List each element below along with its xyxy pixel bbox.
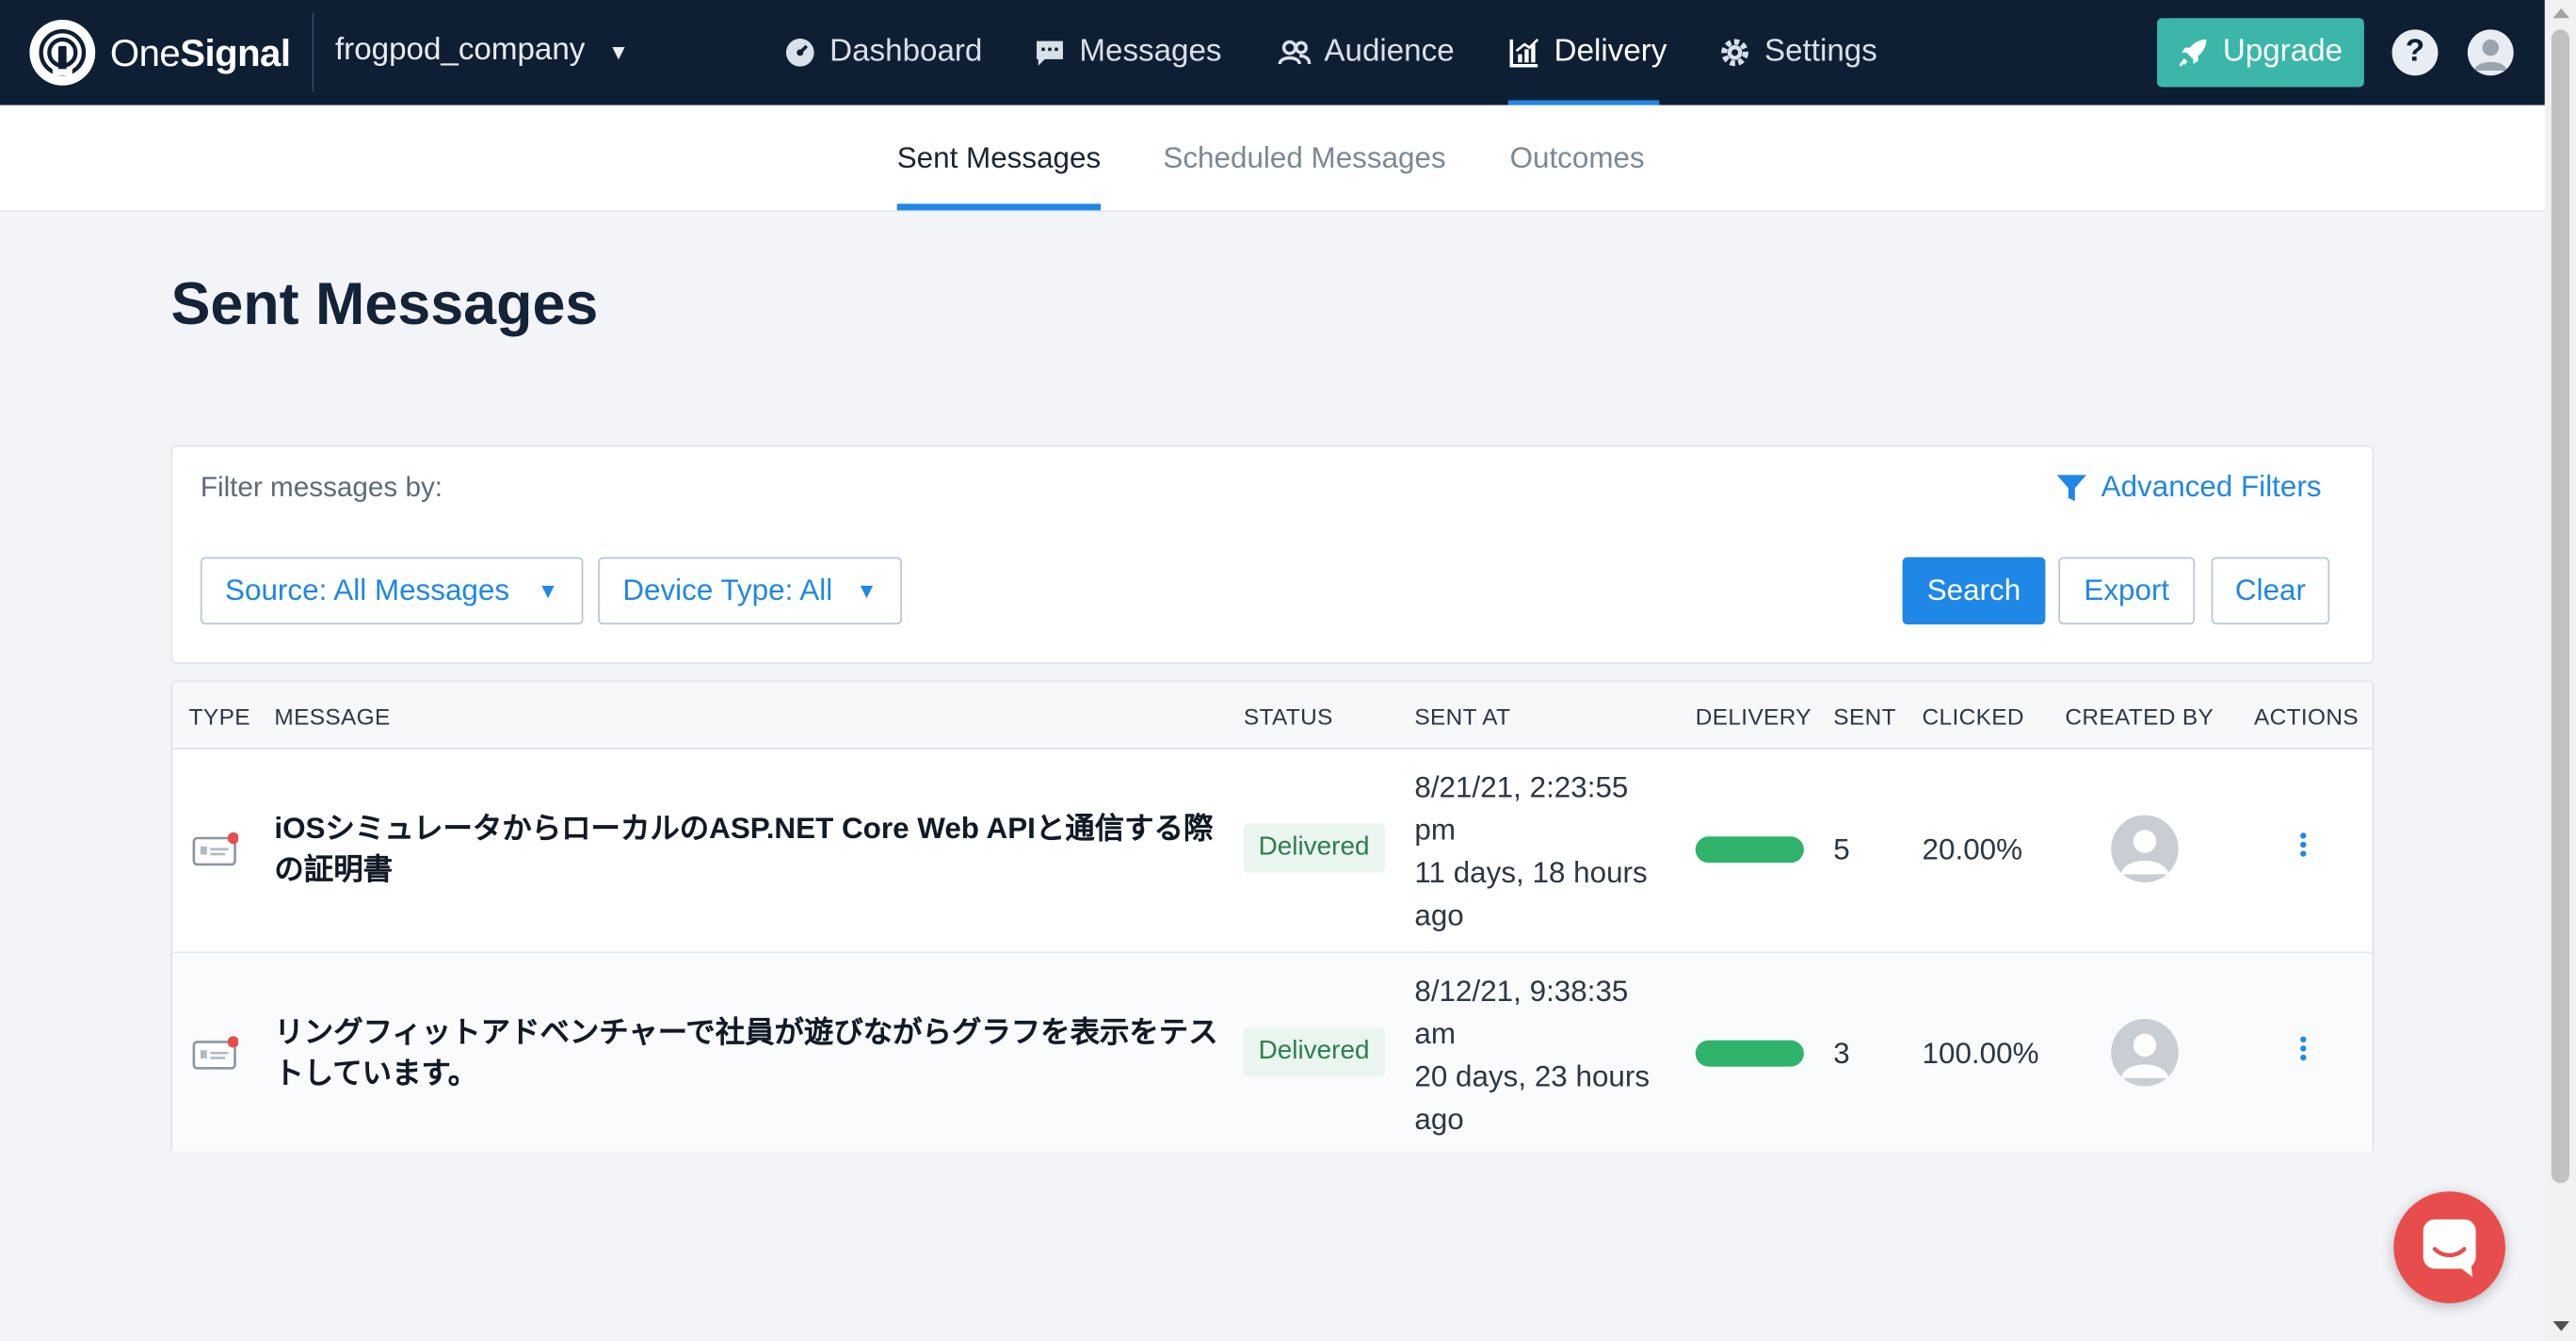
chat-icon <box>2423 1219 2476 1277</box>
tab-outcomes[interactable]: Outcomes <box>1510 141 1645 176</box>
delivery-subtabs: Sent Messages Scheduled Messages Outcome… <box>0 105 2545 213</box>
export-button[interactable]: Export <box>2058 557 2196 625</box>
push-notification-icon <box>192 832 239 867</box>
search-button[interactable]: Search <box>1902 557 2046 625</box>
column-header-created-by: CREATED BY <box>2065 703 2214 730</box>
column-header-actions: ACTIONS <box>2254 703 2359 730</box>
more-actions-icon[interactable] <box>2298 832 2311 861</box>
column-header-sent: SENT <box>1833 703 1896 730</box>
sent-count: 5 <box>1833 832 1850 866</box>
status-badge: Delivered <box>1243 823 1385 873</box>
company-name: frogpod_company <box>334 32 586 68</box>
nav-item-settings[interactable]: Settings <box>1718 0 1877 105</box>
clicked-rate: 20.00% <box>1922 832 2023 866</box>
dashboard-icon <box>783 36 816 69</box>
message-title[interactable]: リングフィットアドベンチャーで社員が遊びながらグラフを表示をテストしています。 <box>274 1012 1218 1094</box>
chat-launcher-button[interactable] <box>2393 1191 2505 1303</box>
table-header: TYPE MESSAGE STATUS SENT AT DELIVERY SEN… <box>172 682 2373 750</box>
sent-count: 3 <box>1833 1037 1850 1071</box>
creator-avatar <box>2111 815 2179 883</box>
brand-name: OneSignal <box>109 30 291 73</box>
page-title: Sent Messages <box>170 269 599 337</box>
filter-panel: Filter messages by: Advanced Filters Sou… <box>170 444 2375 665</box>
column-header-message: MESSAGE <box>274 703 391 730</box>
top-navigation-bar: OneSignal frogpod_company ▼ Dashboard Me… <box>0 0 2545 105</box>
table-row[interactable]: iOSシミュレータからローカルのASP.NET Core Web APIと通信す… <box>172 750 2372 950</box>
account-avatar-icon[interactable] <box>2467 29 2514 76</box>
help-icon[interactable]: ? <box>2391 29 2439 76</box>
sent-at: 8/12/21, 9:38:35 am 20 days, 23 hours ag… <box>1414 974 1650 1136</box>
nav-item-messages[interactable]: Messages <box>1034 0 1222 105</box>
message-title[interactable]: iOSシミュレータからローカルのASP.NET Core Web APIと通信す… <box>274 809 1218 891</box>
company-selector[interactable]: frogpod_company ▼ <box>335 33 629 69</box>
caret-down-icon: ▼ <box>607 39 630 64</box>
nav-item-audience[interactable]: Audience <box>1278 0 1455 105</box>
status-badge: Delivered <box>1243 1026 1385 1077</box>
rocket-icon <box>2179 39 2207 67</box>
column-header-sent-at: SENT AT <box>1414 703 1511 730</box>
nav-item-dashboard[interactable]: Dashboard <box>783 0 982 105</box>
gear-icon <box>1718 36 1751 69</box>
nav-item-delivery[interactable]: Delivery <box>1507 0 1666 105</box>
caret-down-icon: ▼ <box>856 578 877 604</box>
column-header-delivery: DELIVERY <box>1695 703 1811 730</box>
page-scrollbar[interactable] <box>2544 0 2576 1341</box>
column-header-status: STATUS <box>1243 703 1333 730</box>
column-header-clicked: CLICKED <box>1922 703 2024 730</box>
clicked-rate: 100.00% <box>1922 1037 2039 1071</box>
delivery-progress-bar <box>1695 836 1804 864</box>
tab-scheduled-messages[interactable]: Scheduled Messages <box>1163 141 1445 176</box>
source-filter-dropdown[interactable]: Source: All Messages ▼ <box>200 557 584 625</box>
scroll-up-arrow-icon[interactable] <box>2552 8 2570 19</box>
nav-divider <box>312 12 314 92</box>
onesignal-logo[interactable]: OneSignal <box>29 19 291 86</box>
filter-icon <box>2056 474 2086 501</box>
clear-button[interactable]: Clear <box>2211 557 2330 625</box>
delivery-icon <box>1508 36 1541 69</box>
tab-sent-messages[interactable]: Sent Messages <box>896 141 1102 211</box>
advanced-filters-link[interactable]: Advanced Filters <box>2055 470 2322 505</box>
creator-avatar <box>2111 1018 2179 1087</box>
audience-icon <box>1278 36 1312 69</box>
scrollbar-thumb[interactable] <box>2551 29 2570 1184</box>
sent-at: 8/21/21, 2:23:55 pm 11 days, 18 hours ag… <box>1414 770 1648 932</box>
filter-label: Filter messages by: <box>200 471 443 504</box>
push-notification-icon <box>192 1035 239 1071</box>
upgrade-button[interactable]: Upgrade <box>2157 18 2364 88</box>
column-header-type: TYPE <box>188 703 250 730</box>
caret-down-icon: ▼ <box>537 578 559 604</box>
onesignal-logo-icon <box>29 19 96 86</box>
sent-messages-table: TYPE MESSAGE STATUS SENT AT DELIVERY SEN… <box>170 680 2375 1153</box>
messages-icon <box>1034 36 1067 69</box>
table-row[interactable]: リングフィットアドベンチャーで社員が遊びながらグラフを表示をテストしています。 … <box>172 951 2373 1153</box>
scroll-down-arrow-icon[interactable] <box>2552 1321 2570 1332</box>
more-actions-icon[interactable] <box>2298 1035 2311 1064</box>
device-type-filter-dropdown[interactable]: Device Type: All ▼ <box>598 557 902 625</box>
delivery-progress-bar <box>1695 1040 1804 1067</box>
